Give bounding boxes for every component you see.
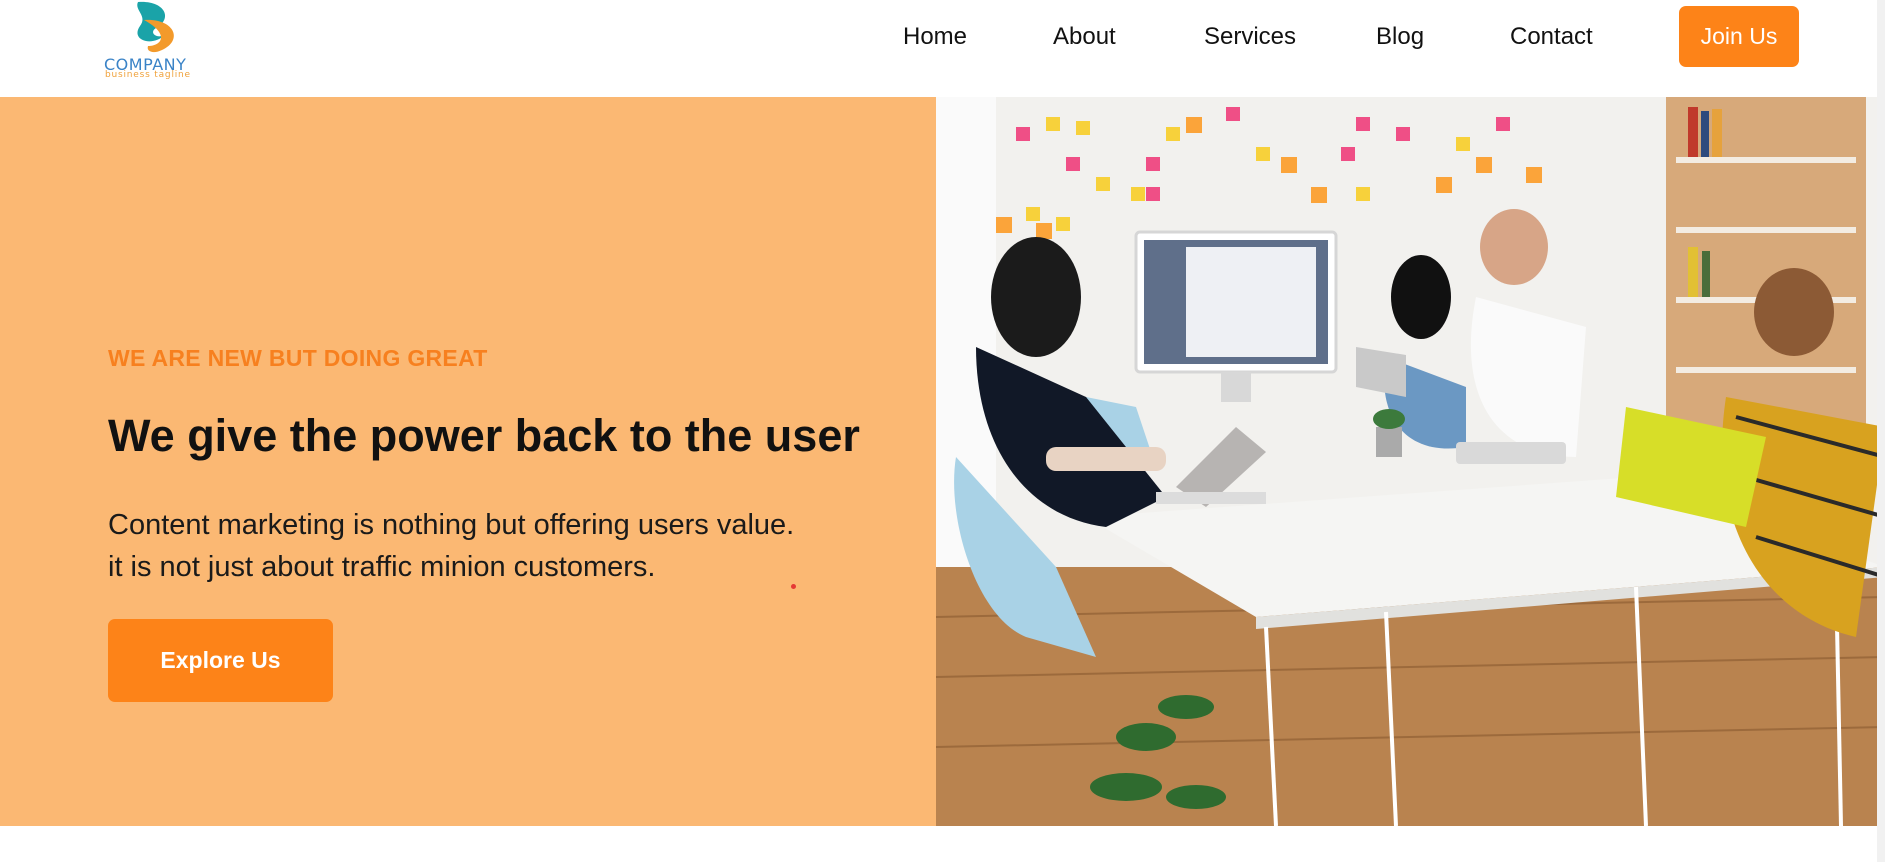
nav-about[interactable]: About [1053, 23, 1116, 53]
hero-description-line: it is not just about traffic minion cust… [108, 551, 656, 583]
explore-us-button[interactable]: Explore Us [108, 619, 333, 702]
join-us-button[interactable]: Join Us [1679, 6, 1799, 67]
decorative-dot [791, 584, 796, 589]
site-header: COMPANY business tagline Home About Serv… [0, 0, 1885, 97]
hero-headline: We give the power back to the user [108, 410, 860, 461]
team-meeting-photo [936, 97, 1885, 826]
nav-home[interactable]: Home [903, 23, 967, 53]
logo-tagline: business tagline [105, 70, 191, 80]
nav-services[interactable]: Services [1204, 23, 1296, 53]
nav-blog[interactable]: Blog [1376, 23, 1424, 53]
hero-description: Content marketing is nothing but offerin… [108, 504, 868, 588]
page-scrollbar[interactable] [1877, 0, 1885, 862]
hero-eyebrow: WE ARE NEW BUT DOING GREAT [108, 345, 488, 371]
nav-contact[interactable]: Contact [1510, 23, 1593, 53]
team-meeting-illustration [936, 97, 1885, 826]
hero-description-line: Content marketing is nothing but offerin… [108, 509, 795, 541]
